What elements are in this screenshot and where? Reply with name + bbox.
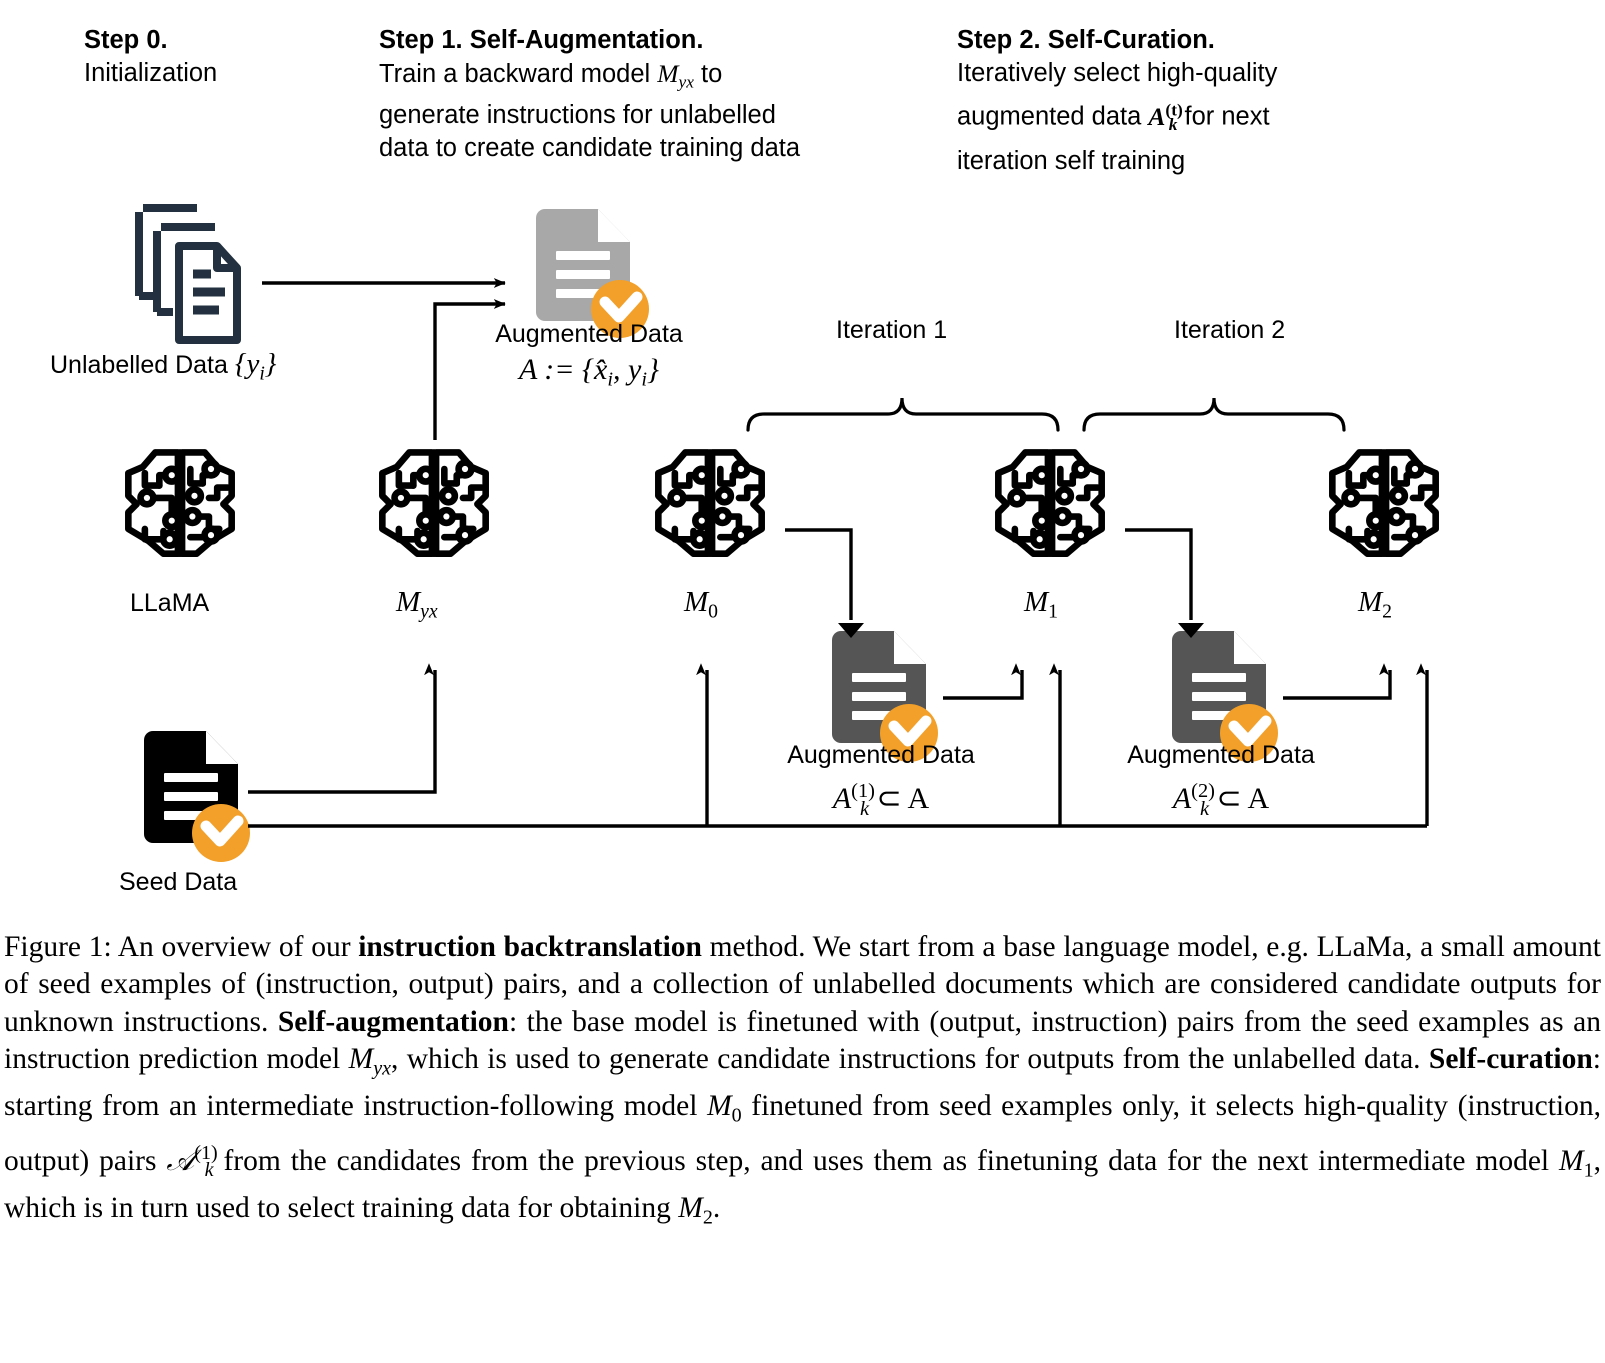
arrow-m0-to-augmented-it1 bbox=[785, 528, 853, 620]
augmented-data-it2-label-math: A(2)k ⊂ A bbox=[1172, 780, 1270, 820]
arrow-m1-to-augmented-it2 bbox=[1125, 528, 1193, 620]
seed-data-check-badge-icon bbox=[192, 804, 250, 862]
figure-page: Step 0. Initialization Step 1. Self-Augm… bbox=[0, 0, 1605, 1363]
caption-math-m1: M1 bbox=[1559, 1144, 1594, 1182]
brain-circuit-icon-m0 bbox=[658, 452, 761, 553]
bracket-iteration-2 bbox=[1082, 397, 1346, 432]
caption-bold-instruction-backtranslation: instruction backtranslation bbox=[358, 931, 702, 963]
llama-label: LLaMA bbox=[130, 589, 210, 617]
brain-circuit-icon-myx bbox=[382, 452, 485, 553]
caption-part-1: Figure 1: An overview of our bbox=[4, 931, 359, 963]
caption-math-m0: M0 bbox=[707, 1090, 742, 1127]
seed-data-label: Seed Data bbox=[119, 868, 238, 896]
augmented-data-it2-label: Augmented Data A(2)k ⊂ A bbox=[1106, 741, 1336, 824]
augmented-data-top-label-math: A := {x̂i, yi} bbox=[518, 353, 659, 391]
augmented-data-it1-label: Augmented Data A(1)k ⊂ A bbox=[766, 741, 996, 824]
brain-circuit-icon-m2 bbox=[1332, 452, 1435, 553]
bracket-label-iteration-1: Iteration 1 bbox=[836, 316, 948, 344]
augmented-data-it1-label-text: Augmented Data bbox=[787, 741, 975, 769]
caption-bold-self-augmentation: Self-augmentation bbox=[277, 1005, 509, 1038]
caption-math-m2: M2 bbox=[678, 1191, 713, 1229]
augmented-data-top-label-text: Augmented Data bbox=[495, 320, 683, 348]
augmented-data-it2-label-text: Augmented Data bbox=[1127, 741, 1315, 769]
arrow-seed-to-myx bbox=[248, 663, 437, 794]
augmented-data-it1-label-math: A(1)k ⊂ A bbox=[832, 780, 930, 820]
unlabelled-data-label-text: Unlabelled Data bbox=[50, 351, 235, 379]
bracket-iteration-1 bbox=[746, 397, 1060, 432]
augmented-data-top-label: Augmented Data A := {x̂i, yi} bbox=[474, 320, 704, 392]
arrow-augmented-it1-to-m1 bbox=[943, 663, 1024, 700]
unlabelled-data-label: Unlabelled Data {yi} bbox=[50, 348, 276, 385]
caption-part-9: . bbox=[712, 1191, 721, 1224]
bracket-label-iteration-2: Iteration 2 bbox=[1174, 316, 1286, 344]
document-stack-icon bbox=[135, 204, 241, 344]
brain-circuit-icon-llama bbox=[128, 452, 231, 553]
caption-part-4: , which is used to generate candidate in… bbox=[391, 1043, 1429, 1076]
caption-math-ak1: 𝒜(1)k bbox=[166, 1141, 218, 1182]
caption-part-7: from the candidates from the previous st… bbox=[213, 1144, 1560, 1177]
brain-circuit-icon-m1 bbox=[998, 452, 1101, 553]
model-m0-label: M0 bbox=[684, 586, 719, 623]
arrow-augmented-it2-to-m2 bbox=[1283, 663, 1392, 700]
model-m1-label: M1 bbox=[1024, 586, 1059, 623]
figure-caption: Figure 1: An overview of our instruction… bbox=[4, 929, 1601, 1237]
unlabelled-data-label-math: {yi} bbox=[234, 348, 277, 385]
caption-math-myx: Myx bbox=[348, 1043, 391, 1080]
caption-bold-self-curation: Self-curation bbox=[1428, 1043, 1593, 1076]
model-myx-label: Myx bbox=[396, 586, 438, 623]
model-m2-label: M2 bbox=[1358, 586, 1393, 623]
